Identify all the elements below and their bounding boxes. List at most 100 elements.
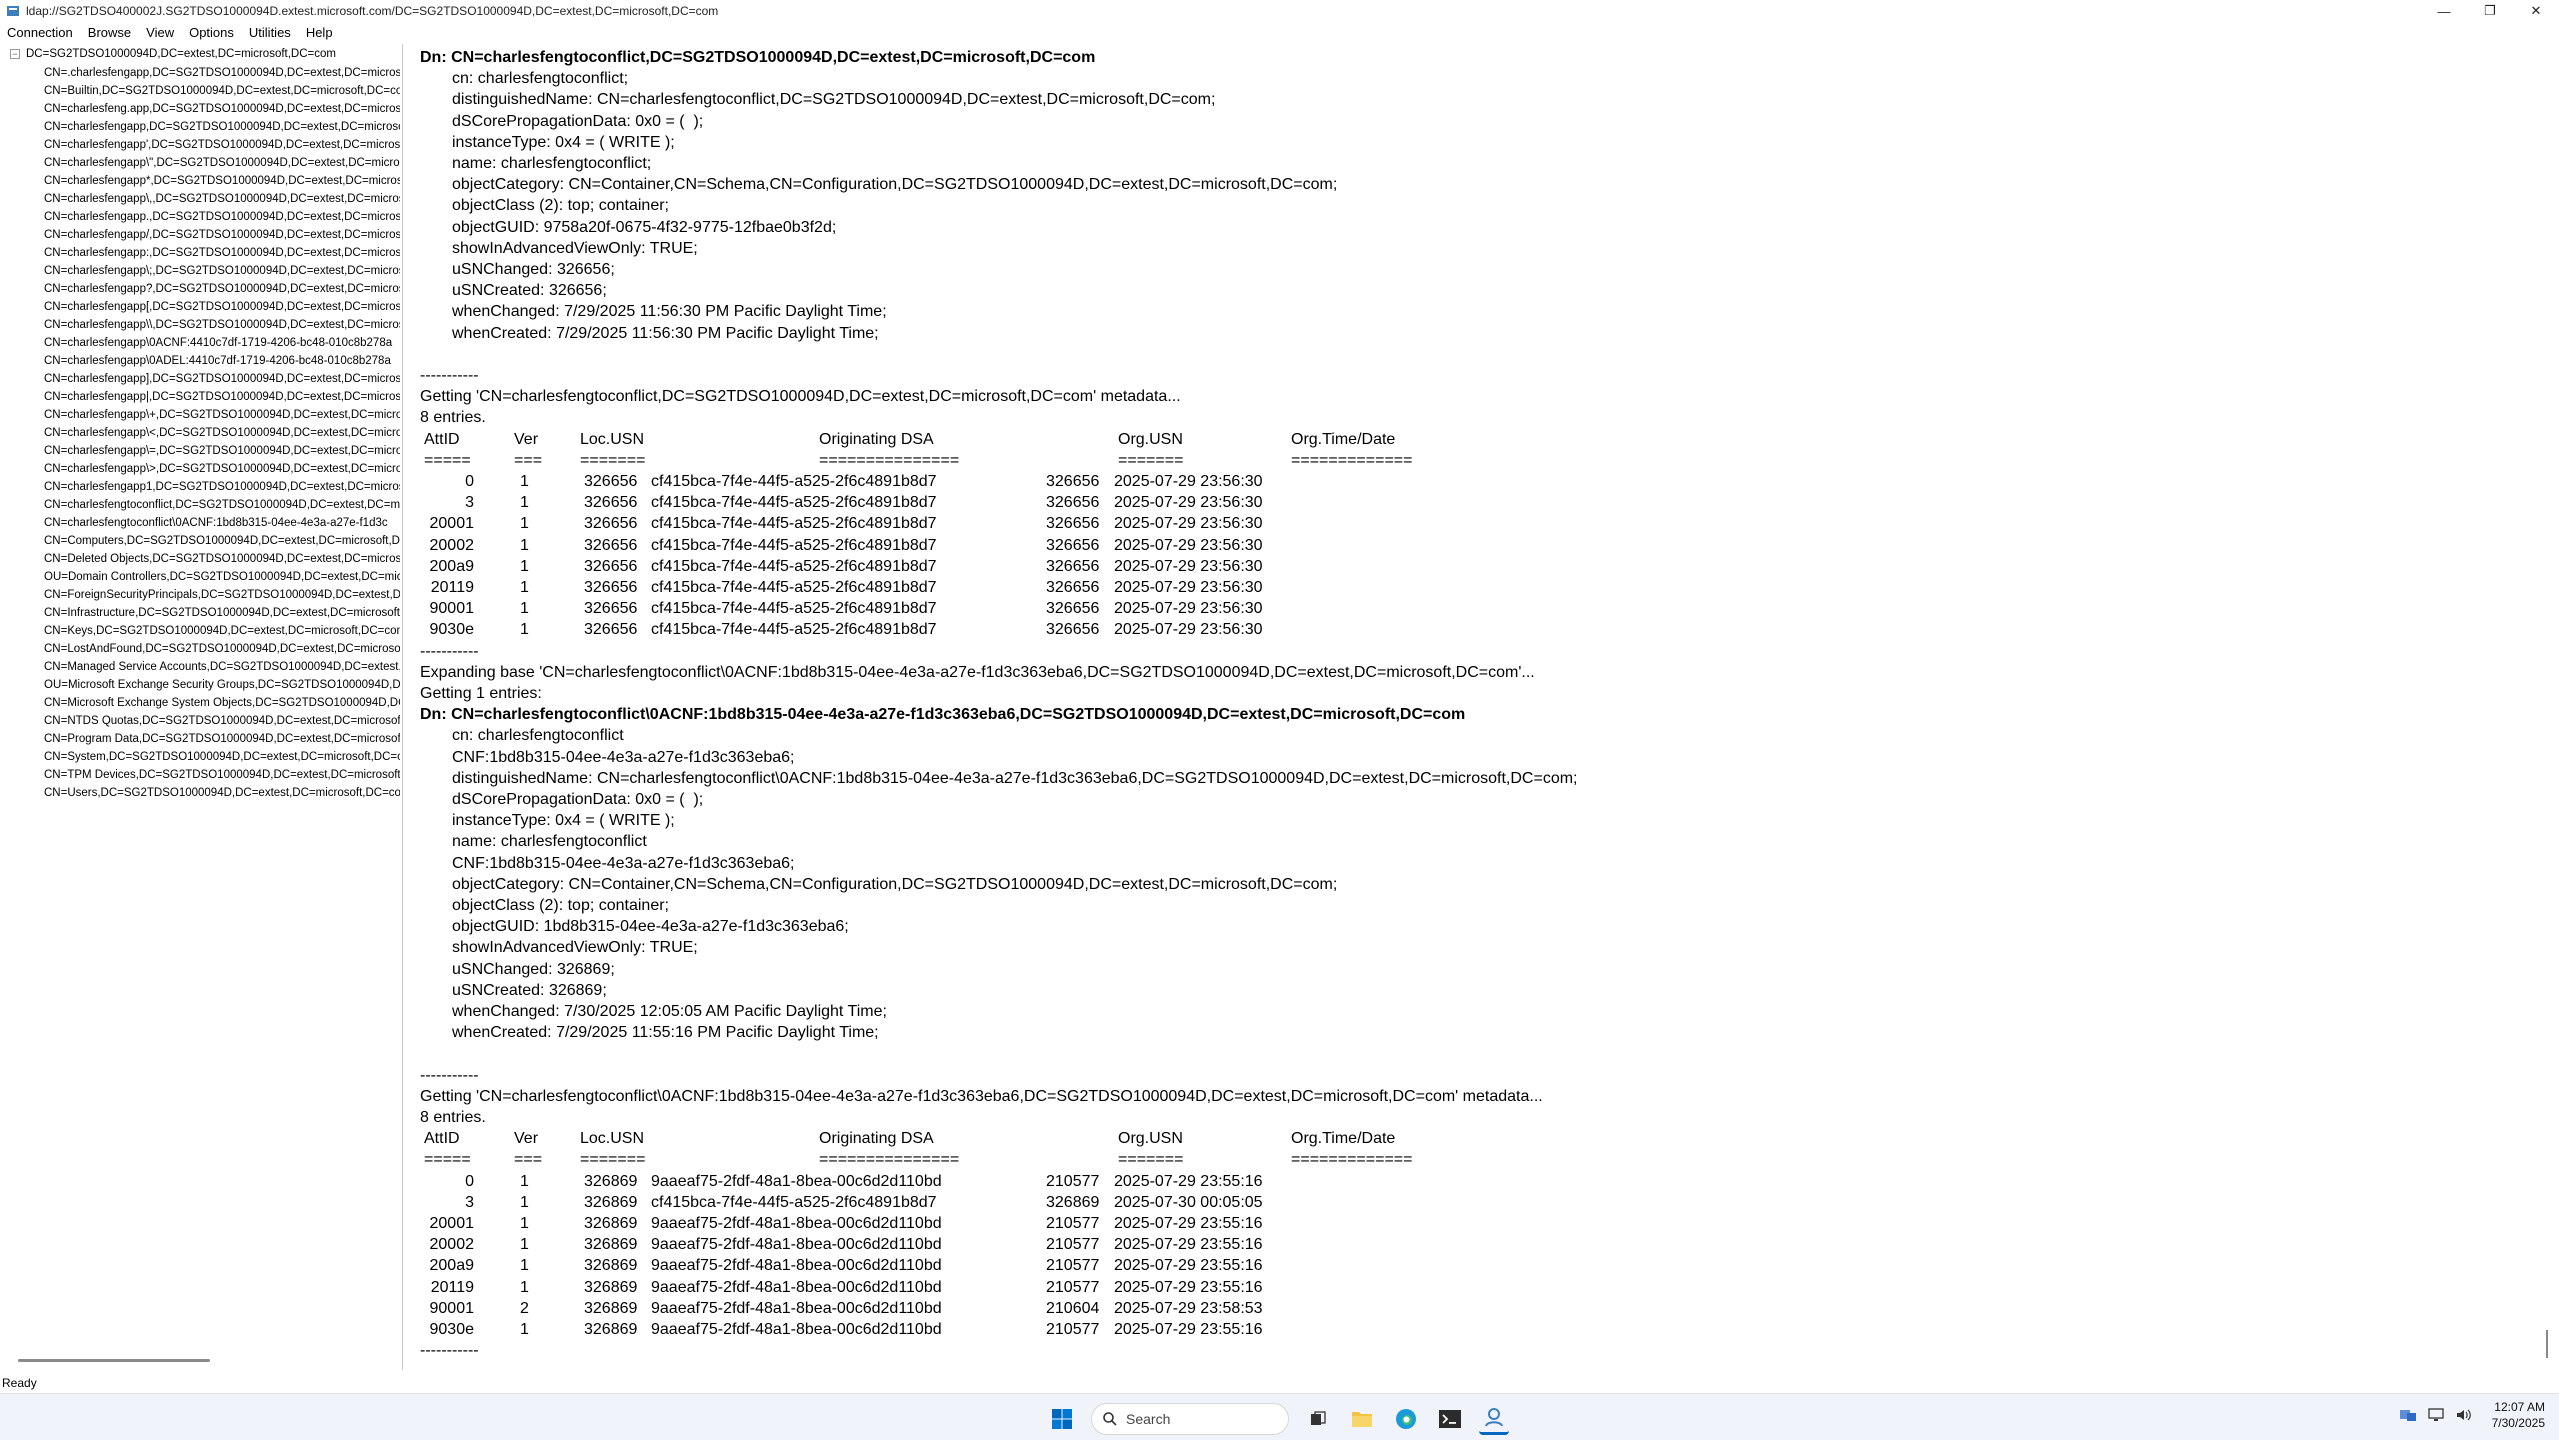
table-header-underline: === — [514, 1151, 543, 1169]
tree-item-label: OU=Microsoft Exchange Security Groups,DC… — [44, 679, 400, 691]
tree-item[interactable]: CN=charlesfengapp\0ADEL:4410c7df-1719-42… — [44, 352, 400, 370]
tree-item[interactable]: CN=charlesfengapp/,DC=SG2TDSO1000094D,DC… — [44, 226, 400, 244]
tree-item[interactable]: CN=Computers,DC=SG2TDSO1000094D,DC=extes… — [44, 532, 400, 550]
tree-item[interactable]: CN=charlesfengapp.,DC=SG2TDSO1000094D,DC… — [44, 208, 400, 226]
tree-item[interactable]: CN=charlesfengapp,DC=SG2TDSO1000094D,DC=… — [44, 118, 400, 136]
tree-item[interactable]: CN=Keys,DC=SG2TDSO1000094D,DC=extest,DC=… — [44, 622, 400, 640]
table-cell-ver: 1 — [520, 536, 529, 554]
tree-root-label[interactable]: DC=SG2TDSO1000094D,DC=extest,DC=microsof… — [26, 48, 336, 60]
tree-item[interactable]: CN=charlesfeng.app,DC=SG2TDSO1000094D,DC… — [44, 100, 400, 118]
tree-item[interactable]: CN=charlesfengapp?,DC=SG2TDSO1000094D,DC… — [44, 280, 400, 298]
table-cell-time: 2025-07-30 00:05:05 — [1114, 1193, 1263, 1211]
app-tray-icon[interactable] — [2398, 1405, 2418, 1425]
file-explorer-icon[interactable] — [1347, 1404, 1377, 1434]
tree-pane[interactable]: − DC=SG2TDSO1000094D,DC=extest,DC=micros… — [0, 44, 403, 1370]
tree-item[interactable]: CN=TPM Devices,DC=SG2TDSO1000094D,DC=ext… — [44, 766, 400, 784]
tree-item[interactable]: +CN=charlesfengtoconflict,DC=SG2TDSO1000… — [44, 496, 400, 514]
tree-item[interactable]: CN=charlesfengapp\\,DC=SG2TDSO1000094D,D… — [44, 316, 400, 334]
menu-help[interactable]: Help — [299, 25, 341, 40]
tree-item[interactable]: CN=charlesfengapp\>,DC=SG2TDSO1000094D,D… — [44, 460, 400, 478]
menu-view[interactable]: View — [139, 25, 182, 40]
network-icon[interactable] — [2426, 1405, 2446, 1425]
menu-options[interactable]: Options — [182, 25, 242, 40]
tree-item[interactable]: CN=Program Data,DC=SG2TDSO1000094D,DC=ex… — [44, 730, 400, 748]
tree-item[interactable]: CN=Builtin,DC=SG2TDSO1000094D,DC=extest,… — [44, 82, 400, 100]
table-header: Loc.USN — [580, 1130, 645, 1148]
tree-item-label: CN=LostAndFound,DC=SG2TDSO1000094D,DC=ex… — [44, 643, 400, 655]
ldp-icon[interactable] — [1479, 1402, 1509, 1435]
results-pane[interactable]: Dn: CN=charlesfengtoconflict,DC=SG2TDSO1… — [406, 44, 2556, 1370]
tree-item[interactable]: CN=Deleted Objects,DC=SG2TDSO1000094D,DC… — [44, 550, 400, 568]
tree-horizontal-scrollbar[interactable] — [18, 1359, 210, 1362]
menu-connection[interactable]: Connection — [0, 25, 81, 40]
collapse-icon[interactable]: − — [10, 49, 20, 59]
tree-item[interactable]: CN=charlesfengapp\",DC=SG2TDSO1000094D,D… — [44, 154, 400, 172]
tree-item[interactable]: CN=charlesfengapp\0ACNF:4410c7df-1719-42… — [44, 334, 400, 352]
attribute-line: objectClass (2): top; container; — [452, 897, 669, 914]
restore-button[interactable]: ❐ — [2467, 0, 2513, 22]
tree-item-label: CN=charlesfengapp\",DC=SG2TDSO1000094D,D… — [44, 157, 400, 169]
table-header: AttID — [424, 430, 460, 448]
tree-item[interactable]: CN=charlesfengapp\,,DC=SG2TDSO1000094D,D… — [44, 190, 400, 208]
tree-item[interactable]: CN=System,DC=SG2TDSO1000094D,DC=extest,D… — [44, 748, 400, 766]
minimize-button[interactable]: — — [2421, 0, 2467, 22]
tree-item[interactable]: CN=.charlesfengapp,DC=SG2TDSO1000094D,DC… — [44, 64, 400, 82]
table-cell-ver: 1 — [520, 1321, 529, 1338]
results-vertical-scrollbar[interactable] — [2546, 1330, 2548, 1358]
attribute-line: showInAdvancedViewOnly: TRUE; — [452, 239, 698, 257]
attribute-line: name: charlesfengtoconflict — [452, 833, 647, 851]
tree-item[interactable]: CN=Microsoft Exchange System Objects,DC=… — [44, 694, 400, 712]
table-cell-attid: 20001 — [429, 515, 475, 533]
tree-item[interactable]: CN=charlesfengapp',DC=SG2TDSO1000094D,DC… — [44, 136, 400, 154]
attribute-line: objectCategory: CN=Container,CN=Schema,C… — [452, 875, 1338, 893]
tree-item[interactable]: CN=charlesfengapp|,DC=SG2TDSO1000094D,DC… — [44, 388, 400, 406]
close-button[interactable]: ✕ — [2513, 0, 2559, 22]
tree-item[interactable]: CN=charlesfengapp\<,DC=SG2TDSO1000094D,D… — [44, 424, 400, 442]
tree-item[interactable]: OU=Microsoft Exchange Security Groups,DC… — [44, 676, 400, 694]
tree-item[interactable]: CN=charlesfengapp],DC=SG2TDSO1000094D,DC… — [44, 370, 400, 388]
tree-item[interactable]: CN=Managed Service Accounts,DC=SG2TDSO10… — [44, 658, 400, 676]
table-cell-loc-usn: 326869 — [584, 1172, 638, 1190]
clock-date: 7/30/2025 — [2491, 1416, 2545, 1430]
table-cell-attid: 20002 — [429, 1236, 475, 1254]
table-header: Org.USN — [1118, 430, 1183, 448]
tree-item[interactable]: CN=NTDS Quotas,DC=SG2TDSO1000094D,DC=ext… — [44, 712, 400, 730]
tree-item[interactable]: +CN=charlesfengtoconflict\0ACNF:1bd8b315… — [44, 514, 400, 532]
tree-item[interactable]: CN=ForeignSecurityPrincipals,DC=SG2TDSO1… — [44, 586, 400, 604]
tree-item[interactable]: CN=charlesfengapp:,DC=SG2TDSO1000094D,DC… — [44, 244, 400, 262]
table-cell-dsa: cf415bca-7f4e-44f5-a525-2f6c4891b8d7 — [651, 494, 937, 512]
tree-root[interactable]: − DC=SG2TDSO1000094D,DC=extest,DC=micros… — [10, 48, 336, 60]
menu-browse[interactable]: Browse — [81, 25, 139, 40]
attribute-line: uSNCreated: 326656; — [452, 282, 607, 300]
menu-bar: Connection Browse View Options Utilities… — [0, 22, 2559, 42]
tree-item[interactable]: CN=charlesfengapp\;,DC=SG2TDSO1000094D,D… — [44, 262, 400, 280]
tree-item[interactable]: CN=charlesfengapp\=,DC=SG2TDSO1000094D,D… — [44, 442, 400, 460]
table-cell-attid: 9030e — [429, 1321, 475, 1338]
menu-utilities[interactable]: Utilities — [242, 25, 299, 40]
volume-icon[interactable] — [2454, 1405, 2474, 1425]
tree-item[interactable]: CN=charlesfengapp1,DC=SG2TDSO1000094D,DC… — [44, 478, 400, 496]
table-cell-org-usn: 326656 — [1046, 557, 1100, 575]
tree-item[interactable]: CN=charlesfengapp\+,DC=SG2TDSO1000094D,D… — [44, 406, 400, 424]
tree-item[interactable]: CN=charlesfengapp*,DC=SG2TDSO1000094D,DC… — [44, 172, 400, 190]
start-icon[interactable] — [1047, 1404, 1077, 1434]
tree-item-label: CN=charlesfengapp[,DC=SG2TDSO1000094D,DC… — [44, 301, 400, 313]
system-clock[interactable]: 12:07 AM 7/30/2025 — [2492, 1399, 2545, 1431]
tree-item[interactable]: CN=charlesfengapp[,DC=SG2TDSO1000094D,DC… — [44, 298, 400, 316]
window-title: ldap://SG2TDSO400002J.SG2TDSO1000094D.ex… — [26, 4, 719, 18]
tree-item[interactable]: CN=Users,DC=SG2TDSO1000094D,DC=extest,DC… — [44, 784, 400, 802]
attribute-line: whenCreated: 7/29/2025 11:56:30 PM Pacif… — [452, 324, 879, 342]
tree-item[interactable]: CN=LostAndFound,DC=SG2TDSO1000094D,DC=ex… — [44, 640, 400, 658]
tree-item-label: CN=charlesfengapp\;,DC=SG2TDSO1000094D,D… — [44, 265, 400, 277]
entry-count: 8 entries. — [420, 1109, 486, 1126]
attribute-line: whenChanged: 7/30/2025 12:05:05 AM Pacif… — [452, 1003, 887, 1020]
table-cell-loc-usn: 326656 — [584, 557, 638, 575]
tree-item[interactable]: OU=Domain Controllers,DC=SG2TDSO1000094D… — [44, 568, 400, 586]
task-view-icon[interactable] — [1303, 1404, 1333, 1434]
attribute-line: instanceType: 0x4 = ( WRITE ); — [452, 812, 675, 830]
terminal-icon[interactable] — [1435, 1404, 1465, 1434]
taskbar-search-box[interactable]: Search — [1091, 1402, 1289, 1435]
tree-item[interactable]: CN=Infrastructure,DC=SG2TDSO1000094D,DC=… — [44, 604, 400, 622]
edge-icon[interactable] — [1391, 1404, 1421, 1434]
table-cell-ver: 1 — [520, 579, 529, 596]
